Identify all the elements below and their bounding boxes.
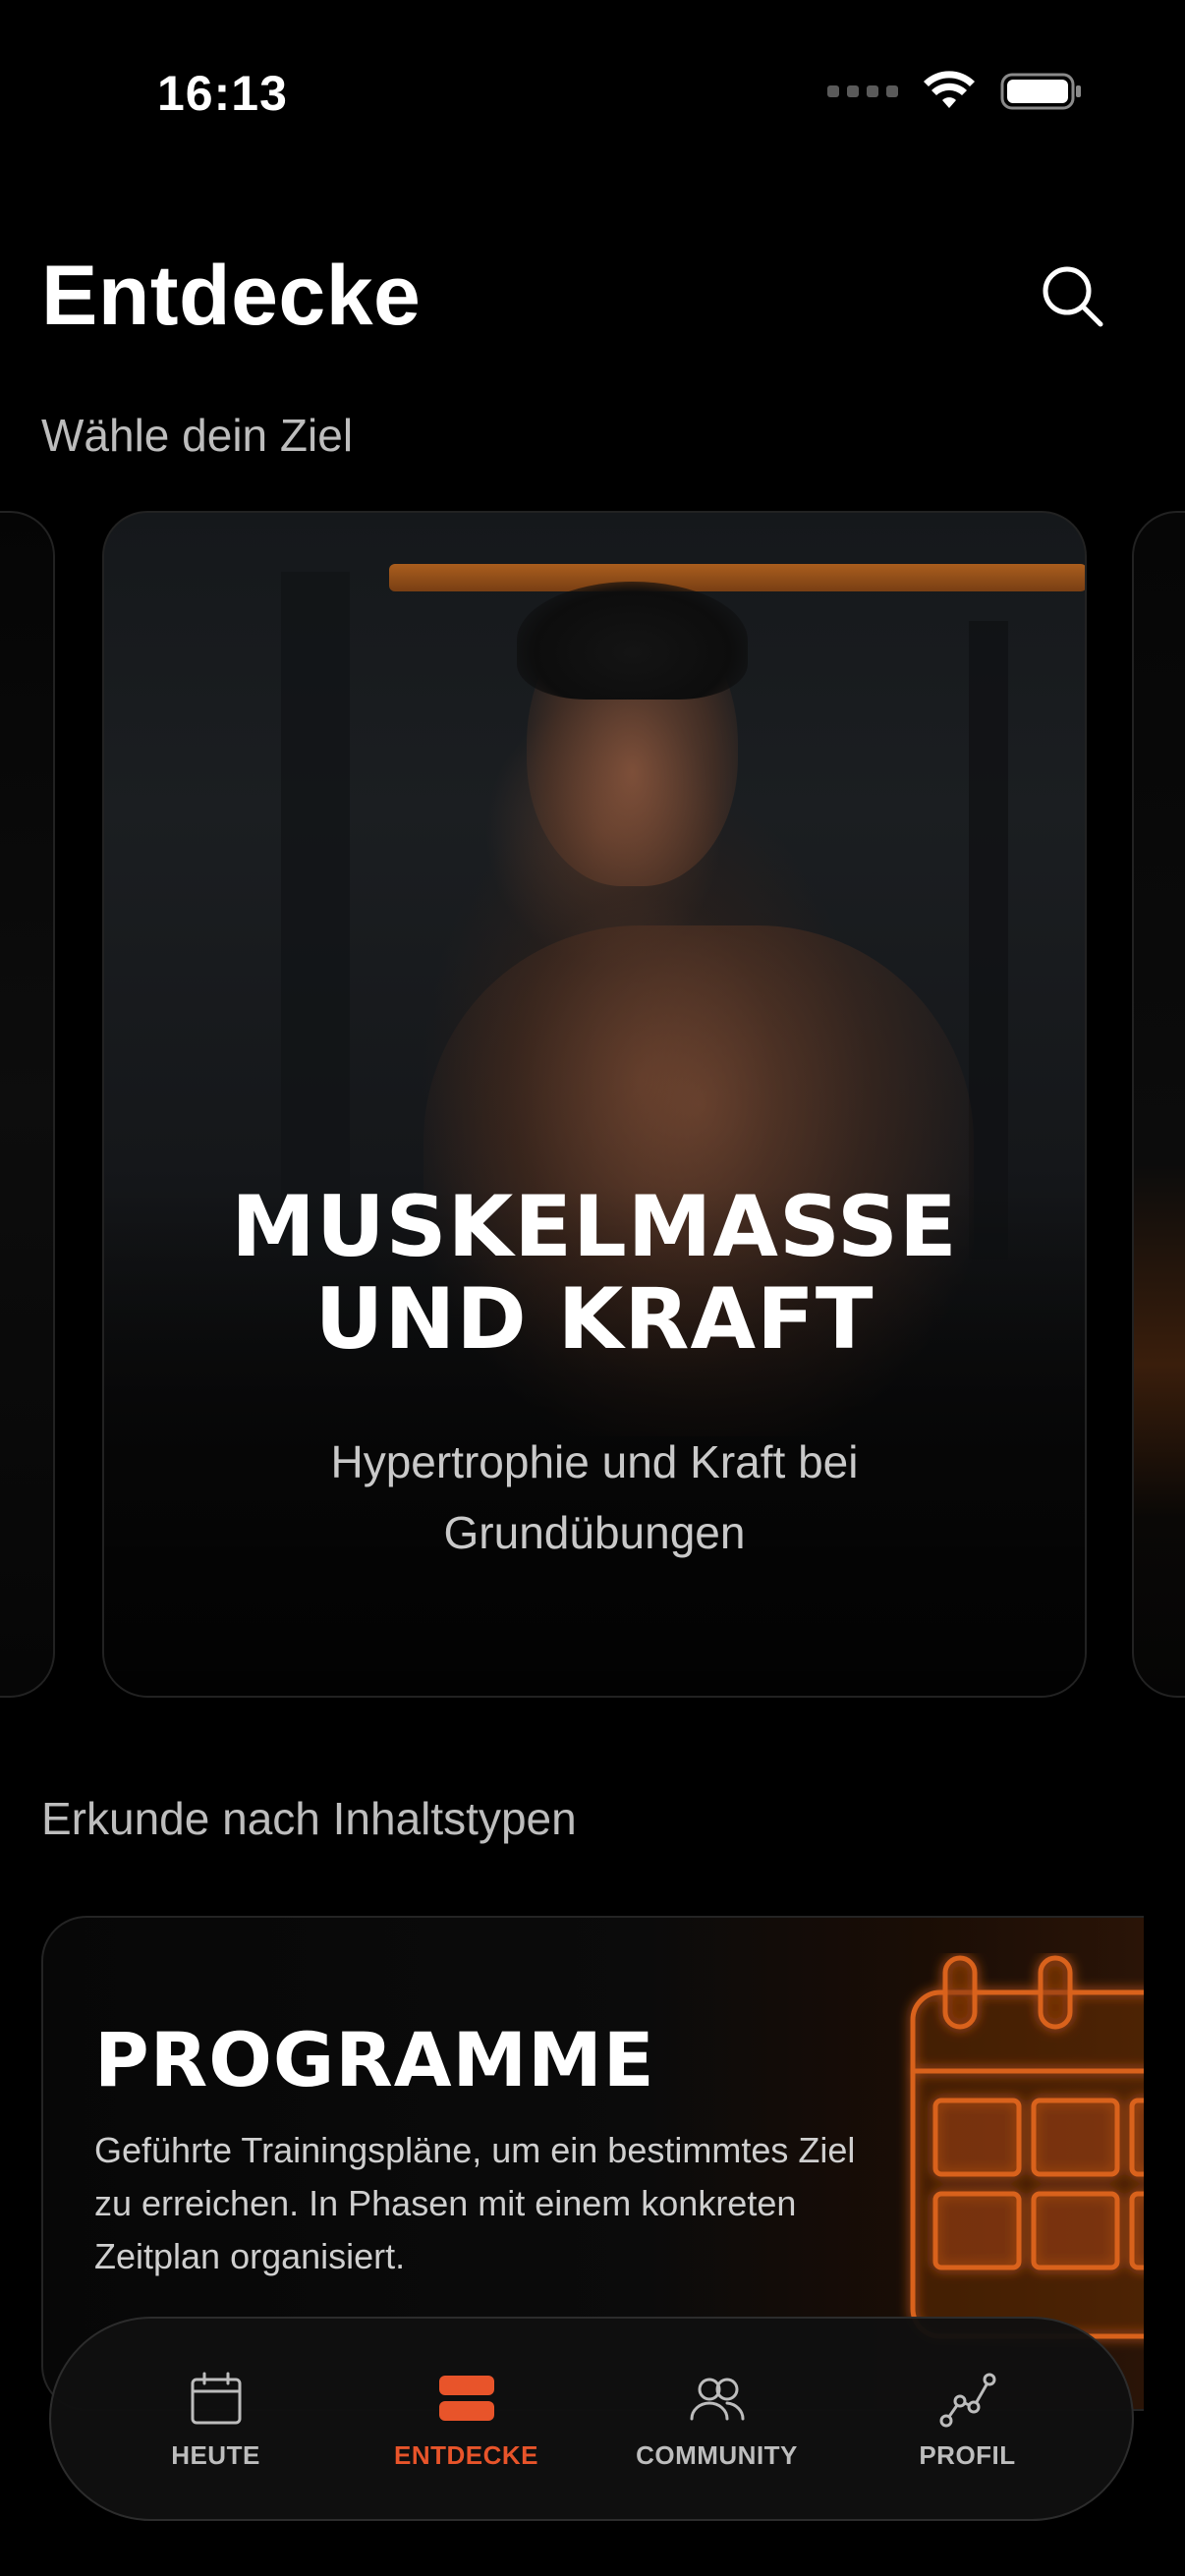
status-time: 16:13	[157, 66, 288, 121]
goal-card-title: MUSKELMASSE UND KRAFT	[231, 1178, 958, 1369]
bottom-nav: HEUTE ENTDECKE COMMUNITY PROFIL	[49, 2317, 1134, 2521]
nav-item-heute[interactable]: HEUTE	[108, 2368, 324, 2471]
nav-item-community[interactable]: COMMUNITY	[609, 2368, 825, 2471]
calendar-icon	[191, 2372, 241, 2424]
search-button[interactable]	[1038, 261, 1108, 332]
athlete-photo-hair	[517, 582, 748, 700]
people-icon	[690, 2378, 745, 2420]
goal-section-label: Wähle dein Ziel	[41, 410, 354, 461]
content-section-label: Erkunde nach Inhaltstypen	[41, 1793, 577, 1844]
cellular-signal-icon	[827, 85, 898, 97]
nav-label-community: COMMUNITY	[636, 2439, 798, 2470]
content-type-title: PROGRAMME	[94, 2016, 655, 2103]
calendar-illustration-icon	[910, 1955, 1144, 2339]
discover-screen: 16:13 Entdecke Wähle dein Ziel MUSKELMAS…	[0, 0, 1185, 2576]
nav-item-entdecke[interactable]: ENTDECKE	[359, 2368, 575, 2471]
nav-label-entdecke: ENTDECKE	[393, 2439, 538, 2470]
nav-item-profil[interactable]: PROFIL	[860, 2368, 1076, 2471]
battery-icon	[1000, 73, 1081, 110]
chart-icon	[939, 2373, 995, 2427]
discover-icon	[438, 2375, 494, 2421]
search-icon	[1043, 266, 1103, 327]
content-type-description: Geführte Trainingspläne, um ein bestimmt…	[94, 2130, 856, 2276]
goal-card-subtitle: Hypertrophie und Kraft bei Grundübungen	[330, 1436, 859, 1558]
goal-card-previous[interactable]	[0, 511, 55, 1698]
background-photo-detail	[969, 621, 1008, 1260]
nav-label-heute: HEUTE	[171, 2439, 260, 2470]
background-photo	[281, 572, 350, 1260]
goal-card-muscle[interactable]: MUSKELMASSE UND KRAFT Hypertrophie und K…	[102, 511, 1087, 1698]
background-photo-bar	[389, 564, 1085, 591]
nav-label-profil: PROFIL	[919, 2439, 1016, 2470]
status-icons	[827, 71, 1083, 112]
page-title: Entdecke	[41, 249, 422, 343]
goal-card-next[interactable]	[1132, 511, 1185, 1698]
wifi-icon	[924, 71, 975, 108]
